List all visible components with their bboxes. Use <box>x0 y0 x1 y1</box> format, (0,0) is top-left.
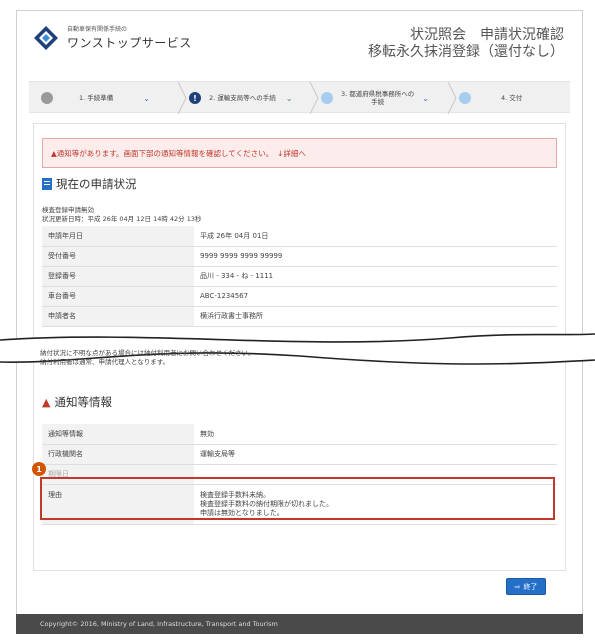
table-key: 車台番号 <box>42 286 194 307</box>
step-2[interactable]: ! 2. 運輸支局等への手続 ⌄ <box>189 82 292 114</box>
table-key: 申請者名 <box>42 306 194 327</box>
table-key: 行政機関名 <box>42 444 194 465</box>
exit-icon: ⇨ <box>514 582 521 591</box>
logo-title: ワンストップサービス <box>67 36 192 50</box>
footer: Copyright© 2016, Ministry of Land, Infra… <box>16 614 583 634</box>
status-line: 検査登録申請無効 <box>42 206 94 214</box>
step-4-label: 4. 交付 <box>501 94 523 102</box>
logo-subtitle: 自動車保有関係手続の <box>67 26 128 33</box>
table-key: 通知等情報 <box>42 424 194 445</box>
table-value: ABC-1234567 <box>194 286 557 307</box>
logo-icon <box>34 26 58 50</box>
step-separator <box>309 82 319 114</box>
header: 自動車保有関係手続の ワンストップサービス 状況照会 申請状況確認 移転永久抹消… <box>17 11 582 71</box>
status-table: 申請年月日 平成 26年 04月 01日 受付番号 9999 9999 9999 9… <box>42 226 557 327</box>
status-info: 検査登録申請無効 状況更新日時：平成 26年 04月 12日 14時 42分 1… <box>42 206 202 224</box>
reason-highlight <box>40 477 555 520</box>
alert-banner: ▲通知等があります。画面下部の通知等情報を確認してください。 ↓詳細へ <box>42 138 557 168</box>
table-row: 申請者名 横浜行政書士事務所 <box>42 306 557 327</box>
step-1[interactable]: 1. 手続準備 ⌄ <box>41 82 150 114</box>
table-row: 登録番号 品川 - 334 - ね - 1111 <box>42 266 557 287</box>
chevron-down-icon[interactable]: ⌄ <box>143 94 150 103</box>
table-row: 受付番号 9999 9999 9999 99999 <box>42 246 557 267</box>
end-button[interactable]: ⇨ 終了 <box>506 578 546 595</box>
step-3[interactable]: 3. 都道府県税事務所への 手続 ⌄ <box>321 82 429 114</box>
status-section-title: 現在の申請状況 <box>42 176 137 192</box>
document-icon <box>42 178 52 190</box>
app-window: 自動車保有関係手続の ワンストップサービス 状況照会 申請状況確認 移転永久抹消… <box>16 10 583 634</box>
table-value: 無効 <box>194 424 557 445</box>
progress-stepper: 1. 手続準備 ⌄ ! 2. 運輸支局等への手続 ⌄ 3. 都道府県税事務所への… <box>29 81 570 114</box>
table-key: 登録番号 <box>42 266 194 287</box>
check-circle-icon <box>41 92 53 104</box>
payment-notes: 納付状況に不明な点がある場合には納付利用者にお問い合わせください。 納付利用者は… <box>40 349 540 367</box>
page-subtitle: 移転永久抹消登録（還付なし） <box>368 44 564 60</box>
alert-text: ▲通知等があります。画面下部の通知等情報を確認してください。 <box>51 148 274 158</box>
notice-section-title-text: 通知等情報 <box>54 395 112 409</box>
warning-icon: ▲ <box>42 395 51 409</box>
alert-detail-link[interactable]: ↓詳細へ <box>277 148 306 159</box>
table-row: 通知等情報 無効 <box>42 424 557 445</box>
step-separator <box>177 82 187 114</box>
table-key: 受付番号 <box>42 246 194 267</box>
table-value: 9999 9999 9999 99999 <box>194 246 557 267</box>
table-value: 運輸支局等 <box>194 444 557 465</box>
note-line: 納付利用者は通常、申請代理人となります。 <box>40 358 170 366</box>
step-1-label: 1. 手続準備 <box>79 94 114 102</box>
table-row: 申請年月日 平成 26年 04月 01日 <box>42 226 557 247</box>
chevron-down-icon[interactable]: ⌄ <box>422 94 429 103</box>
step-3-label-line1: 3. 都道府県税事務所への <box>341 90 415 98</box>
step-3-label-line2: 手続 <box>371 98 385 106</box>
annotation-badge: 1 <box>32 462 46 476</box>
table-key: 申請年月日 <box>42 226 194 247</box>
step-separator <box>447 82 457 114</box>
end-button-label: 終了 <box>523 582 538 591</box>
pending-icon <box>459 92 471 104</box>
step-4[interactable]: 4. 交付 <box>459 82 522 114</box>
table-value: 品川 - 334 - ね - 1111 <box>194 266 557 287</box>
pending-icon <box>321 92 333 104</box>
table-row: 車台番号 ABC-1234567 <box>42 286 557 307</box>
step-2-label: 2. 運輸支局等への手続 <box>209 94 276 102</box>
status-section-title-text: 現在の申請状況 <box>56 177 137 191</box>
table-row: 行政機関名 運輸支局等 <box>42 444 557 465</box>
step-3-label: 3. 都道府県税事務所への 手続 <box>341 90 414 106</box>
exclamation-icon: ! <box>189 92 201 104</box>
note-line: 納付状況に不明な点がある場合には納付利用者にお問い合わせください。 <box>40 349 255 357</box>
notice-section-title: ▲ 通知等情報 <box>42 394 112 410</box>
chevron-down-icon[interactable]: ⌄ <box>286 94 293 103</box>
table-value: 横浜行政書士事務所 <box>194 306 557 327</box>
copyright-text: Copyright© 2016, Ministry of Land, Infra… <box>40 620 278 628</box>
table-value: 平成 26年 04月 01日 <box>194 226 557 247</box>
updated-line: 状況更新日時：平成 26年 04月 12日 14時 42分 13秒 <box>42 215 202 223</box>
